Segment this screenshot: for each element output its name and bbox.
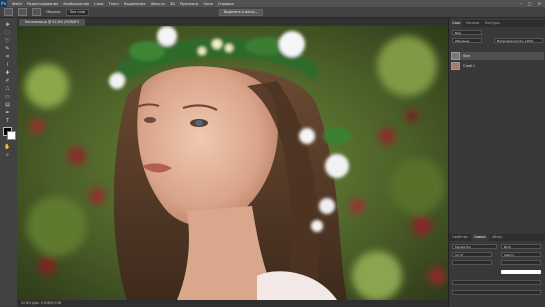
close-icon[interactable]: ✕: [538, 1, 541, 6]
menu-item[interactable]: Окно: [203, 2, 213, 6]
current-tool-icon[interactable]: [4, 8, 13, 16]
tab-channels[interactable]: Каналы: [463, 20, 482, 27]
layer-row[interactable]: Слой 1: [451, 62, 544, 70]
window-controls: – □ ✕: [520, 1, 545, 6]
layer-name: Слой 1: [463, 64, 476, 68]
maximize-icon[interactable]: □: [528, 1, 532, 6]
layer-thumbnail: [451, 52, 460, 60]
tab-layers[interactable]: Слои: [449, 20, 464, 27]
select-and-mask-button[interactable]: Выделить и маску...: [219, 8, 263, 16]
hand-tool-icon[interactable]: ✋: [3, 144, 12, 150]
options-bar: Образец: Все слои Выделить и маску...: [0, 7, 545, 18]
layer-kind-filter[interactable]: Вид: [452, 30, 482, 35]
menu-item[interactable]: Справка: [218, 2, 234, 6]
toolbox: ✥ ⬚ ➰ ✎ ⌗ ⌇ ✚ ✐ ⎍ ▭ ▤ ✒ T ✋ ⌕: [0, 18, 18, 307]
document-tab-bar: Капельница @ 52,8% (RGB/8*): [17, 18, 448, 26]
lasso-tool-icon[interactable]: ➰: [3, 38, 12, 44]
new-selection-icon[interactable]: [18, 8, 27, 16]
menu-item[interactable]: 3D: [170, 2, 175, 6]
menu-items: Файл Редактирование Изображение Слои Текст Вы…: [7, 2, 234, 6]
font-family-select[interactable]: Myriad Pro: [452, 244, 497, 249]
photo-image: [17, 26, 448, 300]
menu-item[interactable]: Слои: [94, 2, 103, 6]
tab-properties[interactable]: Свойства: [449, 234, 471, 241]
layer-thumbnail: [451, 62, 460, 70]
opacity-field[interactable]: Непрозрачность: 100%: [494, 38, 543, 43]
menu-item[interactable]: Изображение: [63, 2, 89, 6]
document-canvas[interactable]: [17, 26, 448, 300]
gradient-tool-icon[interactable]: ▤: [3, 102, 12, 108]
pen-tool-icon[interactable]: ✒: [3, 110, 12, 116]
zoom-tool-icon[interactable]: ⌕: [3, 152, 12, 158]
quick-selection-tool-icon[interactable]: ✎: [3, 46, 12, 52]
text-style-buttons[interactable]: [452, 280, 541, 285]
crop-tool-icon[interactable]: ⌗: [3, 54, 12, 60]
healing-brush-tool-icon[interactable]: ✚: [3, 70, 12, 76]
blend-mode-select[interactable]: Обычные: [452, 38, 482, 43]
tab-paths[interactable]: Контуры: [482, 20, 503, 27]
clone-stamp-tool-icon[interactable]: ⎍: [3, 86, 12, 92]
eyedropper-tool-icon[interactable]: ⌇: [3, 62, 12, 68]
font-style-select[interactable]: Bold: [501, 244, 541, 249]
leading-field[interactable]: (Авто): [501, 252, 541, 257]
layers-panel-tabs: Слои Каналы Контуры: [449, 20, 545, 27]
type-tool-icon[interactable]: T: [3, 118, 12, 124]
add-selection-icon[interactable]: [32, 8, 41, 16]
panels-column: Слои Каналы Контуры Вид Обычные Непрозра…: [448, 18, 545, 307]
menu-item[interactable]: Просмотр: [180, 2, 198, 6]
move-tool-icon[interactable]: ✥: [3, 22, 12, 28]
menu-item[interactable]: Редактирование: [27, 2, 58, 6]
character-panel-tabs: Свойства Символ Абзац: [449, 234, 545, 241]
menu-item[interactable]: Выделение: [124, 2, 145, 6]
sample-label: Образец:: [46, 10, 62, 14]
menu-item[interactable]: Файл: [12, 2, 22, 6]
tracking-field[interactable]: [501, 260, 541, 265]
language-select[interactable]: [452, 290, 541, 295]
eraser-tool-icon[interactable]: ▭: [3, 94, 12, 100]
tab-paragraph[interactable]: Абзац: [489, 234, 505, 241]
status-bar: 52,8% Док: 5,93M/5,93M: [17, 300, 448, 307]
text-color-swatch[interactable]: [501, 270, 541, 274]
tab-character[interactable]: Символ: [470, 234, 490, 241]
menu-item[interactable]: Текст: [109, 2, 120, 6]
menu-bar: Ps Файл Редактирование Изображение Слои Текс…: [0, 0, 545, 7]
document-tab[interactable]: Капельница @ 52,8% (RGB/8*): [19, 19, 86, 26]
minimize-icon[interactable]: –: [520, 1, 522, 6]
marquee-tool-icon[interactable]: ⬚: [3, 30, 12, 36]
sample-select[interactable]: Все слои: [66, 8, 90, 16]
layer-name: Фон: [463, 54, 471, 58]
layer-row[interactable]: Фон: [451, 52, 544, 60]
photoshop-logo-icon: Ps: [0, 0, 7, 7]
kerning-field[interactable]: [452, 260, 492, 265]
menu-item[interactable]: Фильтр: [151, 2, 165, 6]
brush-tool-icon[interactable]: ✐: [3, 78, 12, 84]
background-color-swatch[interactable]: [7, 131, 16, 140]
font-size-field[interactable]: 12 пт: [452, 252, 492, 257]
